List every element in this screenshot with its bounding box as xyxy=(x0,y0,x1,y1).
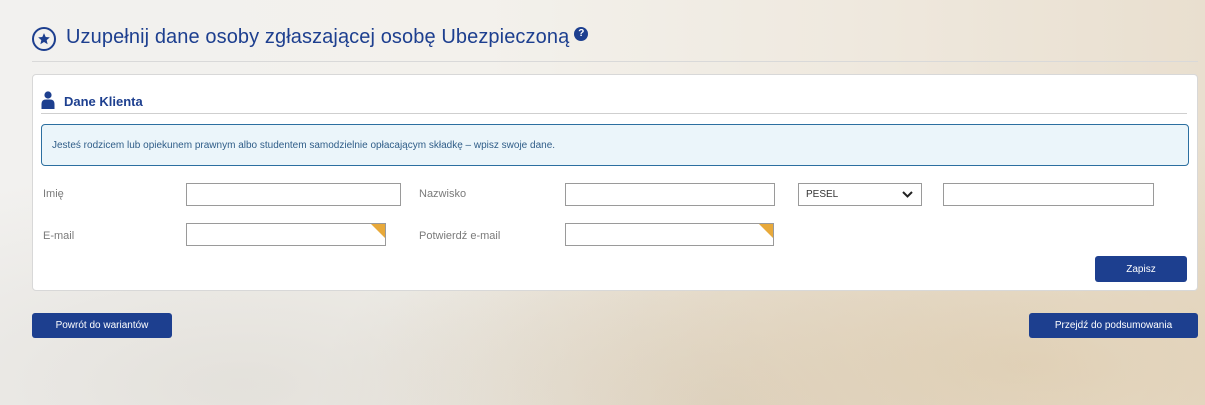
go-to-summary-button[interactable]: Przejdź do podsumowania xyxy=(1029,313,1198,338)
chevron-down-icon xyxy=(902,191,913,198)
page-header: Uzupełnij dane osoby zgłaszającej osobę … xyxy=(32,14,1198,62)
back-to-variants-button[interactable]: Powrót do wariantów xyxy=(32,313,172,338)
id-type-select[interactable]: PESEL xyxy=(798,183,922,206)
info-text: Jesteś rodzicem lub opiekunem prawnym al… xyxy=(52,139,556,151)
email-label: E-mail xyxy=(43,230,75,242)
last-name-input[interactable] xyxy=(565,183,775,206)
card-header: Dane Klienta xyxy=(41,89,1187,114)
page-title: Uzupełnij dane osoby zgłaszającej osobę … xyxy=(66,26,570,48)
card-title: Dane Klienta xyxy=(64,93,143,109)
pesel-input[interactable] xyxy=(943,183,1154,206)
main-content: Uzupełnij dane osoby zgłaszającej osobę … xyxy=(32,14,1198,291)
first-name-label: Imię xyxy=(43,188,64,200)
help-icon[interactable]: ? xyxy=(574,26,589,41)
first-name-input[interactable] xyxy=(186,183,401,206)
client-data-card: Dane Klienta Jesteś rodzicem lub opiekun… xyxy=(32,74,1198,291)
confirm-email-input[interactable] xyxy=(565,223,774,246)
save-button[interactable]: Zapisz xyxy=(1095,256,1187,282)
confirm-email-label: Potwierdź e-mail xyxy=(419,230,501,242)
id-type-selected: PESEL xyxy=(806,189,839,200)
info-box: Jesteś rodzicem lub opiekunem prawnym al… xyxy=(41,124,1189,166)
person-icon xyxy=(41,90,55,109)
email-input[interactable] xyxy=(186,223,386,246)
last-name-label: Nazwisko xyxy=(419,188,467,200)
star-circle-icon xyxy=(32,26,56,51)
